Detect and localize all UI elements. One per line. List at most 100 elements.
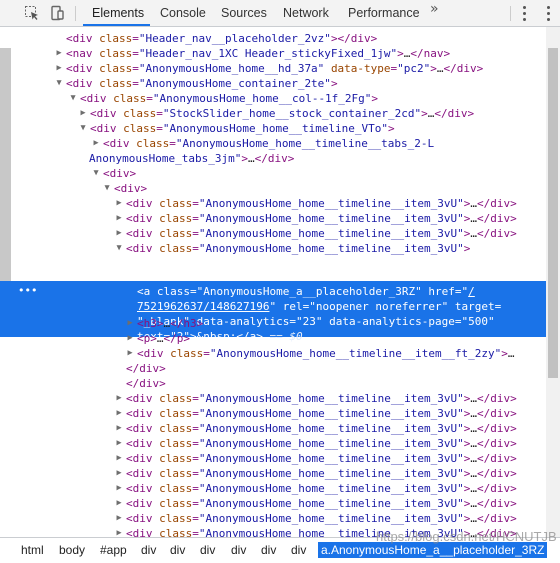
dom-node-markup: <div class="Header_nav__placeholder_2vz"… bbox=[66, 32, 378, 45]
dom-tree-row[interactable]: </div> bbox=[0, 376, 546, 391]
dom-node-markup: <div class="AnonymousHome_container_2te"… bbox=[66, 77, 338, 90]
expand-triangle-icon[interactable]: ▶ bbox=[54, 61, 64, 76]
dom-tree-row[interactable]: ▶ <div class="AnonymousHome_home__timelin… bbox=[0, 481, 546, 496]
dom-tree-row[interactable]: ▶ <div class="AnonymousHome_home__timelin… bbox=[0, 451, 546, 466]
more-tabs-icon[interactable]: » bbox=[430, 1, 439, 17]
dom-tree-row[interactable]: ▼ <div> bbox=[0, 166, 546, 181]
expand-triangle-icon[interactable]: ▶ bbox=[114, 511, 124, 526]
breadcrumb-item-div[interactable]: div bbox=[231, 542, 246, 558]
tab-network[interactable]: Network bbox=[283, 0, 329, 26]
dom-node-markup: <div class="AnonymousHome_home__timeline… bbox=[126, 407, 517, 420]
dom-tree-row[interactable]: ▶ <div class="AnonymousHome_home__timelin… bbox=[0, 466, 546, 481]
expand-triangle-icon[interactable]: ▶ bbox=[114, 466, 124, 481]
dom-tree-row[interactable]: ▶ <div class="AnonymousHome_home__timelin… bbox=[0, 421, 546, 436]
expand-triangle-icon[interactable]: ▶ bbox=[114, 451, 124, 466]
tab-sources[interactable]: Sources bbox=[221, 0, 267, 26]
dom-tree-row[interactable]: ▶ <div class="AnonymousHome_home__timelin… bbox=[0, 226, 546, 241]
dom-tree-row[interactable]: ▼ <div class="AnonymousHome_home__timelin… bbox=[0, 241, 546, 256]
breadcrumb-item-div[interactable]: div bbox=[291, 542, 306, 558]
collapse-triangle-icon[interactable]: ▼ bbox=[68, 91, 78, 106]
dom-node-markup: <div class="AnonymousHome_home__timeline… bbox=[126, 452, 517, 465]
dom-node-markup: <div class="AnonymousHome_home__timeline… bbox=[103, 137, 435, 150]
expand-triangle-icon[interactable]: ▶ bbox=[114, 196, 124, 211]
collapse-triangle-icon[interactable]: ▼ bbox=[114, 241, 124, 256]
expand-triangle-icon[interactable]: ▶ bbox=[125, 346, 135, 361]
customize-menu-icon[interactable] bbox=[546, 6, 550, 21]
dom-node-markup: <div class="AnonymousHome_home__timeline… bbox=[90, 122, 395, 135]
dom-tree-row[interactable]: ▼ <div class="AnonymousHome_container_2te… bbox=[0, 76, 546, 91]
inspect-element-icon[interactable] bbox=[22, 4, 42, 22]
dom-node-markup: <div class="AnonymousHome_home__col--1f_… bbox=[80, 92, 379, 105]
dom-tree-row[interactable]: <div class="Header_nav__placeholder_2vz"… bbox=[0, 31, 546, 46]
tab-performance[interactable]: Performance bbox=[348, 0, 420, 26]
dom-tree-row[interactable]: AnonymousHome_tabs_3jm">…</div> bbox=[0, 151, 546, 166]
dom-node-markup: <div class="AnonymousHome_home__timeline… bbox=[126, 467, 517, 480]
dom-node-markup: <div class="AnonymousHome_home__timeline… bbox=[137, 347, 515, 360]
expand-triangle-icon[interactable]: ▶ bbox=[114, 496, 124, 511]
dom-node-markup: 7521962637/148627196" rel="noopener nore… bbox=[137, 300, 502, 313]
dom-node-markup: <div class="AnonymousHome_home__timeline… bbox=[126, 197, 517, 210]
collapse-triangle-icon[interactable]: ▼ bbox=[78, 121, 88, 136]
vertical-scrollbar-thumb[interactable] bbox=[548, 48, 558, 378]
breadcrumb-item-div[interactable]: div bbox=[261, 542, 276, 558]
breadcrumb-item-div[interactable]: div bbox=[141, 542, 156, 558]
dom-node-markup: <div class="AnonymousHome_home__timeline… bbox=[126, 227, 517, 240]
tab-console[interactable]: Console bbox=[160, 0, 206, 26]
dom-tree-row[interactable]: ▶ <div class="AnonymousHome_home__timelin… bbox=[0, 496, 546, 511]
dom-tree-row[interactable]: ▶ <div class="AnonymousHome_home__timelin… bbox=[0, 436, 546, 451]
dom-tree-row[interactable]: ▶ <div class="AnonymousHome_home__timelin… bbox=[0, 136, 546, 151]
dom-tree-row[interactable]: ▶ <div class="AnonymousHome_home__hd_37a"… bbox=[0, 61, 546, 76]
breadcrumb-item-selected[interactable]: a.AnonymousHome_a__placeholder_3RZ bbox=[318, 542, 548, 558]
dom-node-markup: <div class="AnonymousHome_home__timeline… bbox=[126, 242, 471, 255]
toolbar-divider bbox=[510, 6, 511, 21]
breadcrumb-item-div[interactable]: div bbox=[170, 542, 185, 558]
dom-tree-row[interactable]: ▶ <h3>…</h3> bbox=[0, 316, 546, 331]
collapse-triangle-icon[interactable]: ▼ bbox=[54, 76, 64, 91]
dom-tree-row[interactable]: ▼ <div> bbox=[0, 181, 546, 196]
expand-triangle-icon[interactable]: ▶ bbox=[114, 406, 124, 421]
dom-node-markup: <div class="AnonymousHome_home__timeline… bbox=[126, 497, 517, 510]
dom-tree-row[interactable]: ▶ <nav class="Header_nav_1XC Header_stick… bbox=[0, 46, 546, 61]
dom-tree-row[interactable]: ▶ <p>…</p> bbox=[0, 331, 546, 346]
breadcrumb-item-app[interactable]: #app bbox=[100, 542, 127, 558]
dom-node-markup: <h3>…</h3> bbox=[137, 317, 204, 330]
expand-triangle-icon[interactable]: ▶ bbox=[114, 436, 124, 451]
dom-node-markup: <div class="AnonymousHome_home__timeline… bbox=[126, 482, 517, 495]
dom-tree-row[interactable]: ▶ <div class="StockSlider_home__stock_con… bbox=[0, 106, 546, 121]
expand-triangle-icon[interactable]: ▶ bbox=[114, 526, 124, 537]
dom-node-markup: </div> bbox=[126, 377, 166, 390]
dom-tree-row[interactable]: 7521962637/148627196" rel="noopener nore… bbox=[0, 299, 546, 314]
breadcrumb-item-html[interactable]: html bbox=[21, 542, 44, 558]
dom-tree-row[interactable]: ▶ <div class="AnonymousHome_home__timelin… bbox=[0, 211, 546, 226]
breadcrumb-item-body[interactable]: body bbox=[59, 542, 85, 558]
dom-tree-row[interactable]: <a class="AnonymousHome_a__placeholder_3… bbox=[0, 284, 546, 299]
device-toolbar-icon[interactable] bbox=[47, 4, 67, 22]
settings-kebab-icon[interactable] bbox=[522, 6, 526, 21]
expand-triangle-icon[interactable]: ▶ bbox=[114, 391, 124, 406]
expand-triangle-icon[interactable]: ▶ bbox=[114, 421, 124, 436]
dom-tree-row[interactable]: </div> bbox=[0, 361, 546, 376]
dom-tree-row[interactable]: ▶ <div class="AnonymousHome_home__timelin… bbox=[0, 406, 546, 421]
expand-triangle-icon[interactable]: ▶ bbox=[114, 481, 124, 496]
breadcrumb-item-div[interactable]: div bbox=[200, 542, 215, 558]
expand-triangle-icon[interactable]: ▶ bbox=[78, 106, 88, 121]
dom-node-markup: <div class="StockSlider_home__stock_cont… bbox=[90, 107, 475, 120]
expand-triangle-icon[interactable]: ▶ bbox=[114, 211, 124, 226]
dom-node-markup: <div> bbox=[103, 167, 137, 180]
dom-tree-row[interactable]: ▶ <div class="AnonymousHome_home__timelin… bbox=[0, 346, 546, 361]
tab-elements[interactable]: Elements bbox=[92, 0, 144, 26]
dom-tree-row[interactable]: ▶ <div class="AnonymousHome_home__timelin… bbox=[0, 196, 546, 211]
dom-node-markup: <nav class="Header_nav_1XC Header_sticky… bbox=[66, 47, 451, 60]
expand-triangle-icon[interactable]: ▶ bbox=[114, 226, 124, 241]
collapse-triangle-icon[interactable]: ▼ bbox=[102, 181, 112, 196]
expand-triangle-icon[interactable]: ▶ bbox=[125, 331, 135, 346]
collapse-triangle-icon[interactable]: ▼ bbox=[91, 166, 101, 181]
expand-triangle-icon[interactable]: ▶ bbox=[125, 316, 135, 331]
dom-tree-row[interactable]: ▼ <div class="AnonymousHome_home__col--1f… bbox=[0, 91, 546, 106]
dom-tree-row[interactable]: ▶ <div class="AnonymousHome_home__timelin… bbox=[0, 391, 546, 406]
expand-triangle-icon[interactable]: ▶ bbox=[91, 136, 101, 151]
dom-tree-row[interactable]: ▶ <div class="AnonymousHome_home__timelin… bbox=[0, 511, 546, 526]
expand-triangle-icon[interactable]: ▶ bbox=[54, 46, 64, 61]
dom-tree-row[interactable]: ▼ <div class="AnonymousHome_home__timelin… bbox=[0, 121, 546, 136]
dom-node-markup: <p>…</p> bbox=[137, 332, 190, 345]
